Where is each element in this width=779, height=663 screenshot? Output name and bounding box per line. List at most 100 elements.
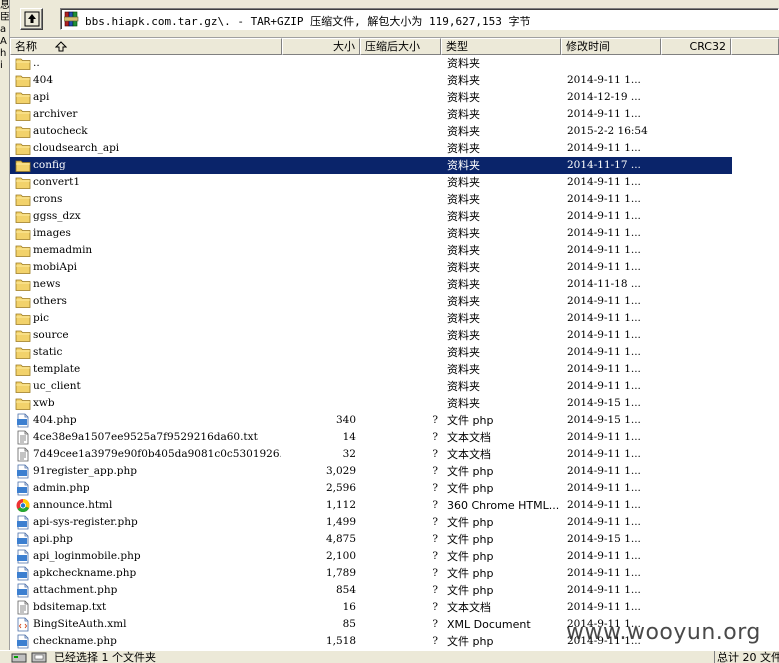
folder-row[interactable]: xwb 资料夹 2014-9-15 1... xyxy=(10,395,732,412)
up-folder-button[interactable] xyxy=(20,8,43,30)
row-name: admin.php xyxy=(33,482,90,494)
folder-row[interactable]: template 资料夹 2014-9-11 1... xyxy=(10,361,732,378)
file-row[interactable]: api_loginmobile.php 2,100? 文件 php 2014-9-11… xyxy=(10,548,732,565)
row-type: 资料夹 xyxy=(447,312,480,325)
row-type: 资料夹 xyxy=(447,261,480,274)
column-modified-label: 修改时间 xyxy=(566,40,610,53)
row-name: 404 xyxy=(33,74,54,86)
edge-glyph: a xyxy=(0,24,7,35)
column-size[interactable]: 大小 xyxy=(282,38,360,55)
row-modified: 2014-9-11 1... xyxy=(567,244,641,256)
column-type-label: 类型 xyxy=(446,40,468,53)
folder-icon xyxy=(15,311,31,326)
folder-row[interactable]: config 资料夹 2014-11-17 ... xyxy=(10,157,732,174)
row-modified: 2014-9-11 1... xyxy=(567,431,641,443)
path-bar: bbs.hiapk.com.tar.gz\. - TAR+GZIP 压缩文件, … xyxy=(10,0,779,38)
status-selection: 已经选择 1 个文件夹 xyxy=(54,651,156,663)
row-modified: 2014-9-11 1... xyxy=(567,227,641,239)
row-name: 404.php xyxy=(33,414,77,426)
folder-row[interactable]: autocheck 资料夹 2015-2-2 16:54 xyxy=(10,123,732,140)
folder-row[interactable]: crons 资料夹 2014-9-11 1... xyxy=(10,191,732,208)
folder-icon xyxy=(15,90,31,105)
file-row[interactable]: apkcheckname.php 1,789? 文件 php 2014-9-11 1.… xyxy=(10,565,732,582)
row-name: mobiApi xyxy=(33,261,78,273)
row-type: 资料夹 xyxy=(447,210,480,223)
row-type: 资料夹 xyxy=(447,397,480,410)
row-compressed-size: ? xyxy=(432,448,438,460)
file-row[interactable]: announce.html 1,112? 360 Chrome HTML... 201… xyxy=(10,497,732,514)
row-type: 资料夹 xyxy=(447,363,480,376)
row-size: 1,789 xyxy=(325,567,356,579)
row-name: bdsitemap.txt xyxy=(33,601,107,613)
file-row[interactable]: 91register_app.php 3,029? 文件 php 2014-9-11 … xyxy=(10,463,732,480)
row-type: 资料夹 xyxy=(447,227,480,240)
row-name: attachment.php xyxy=(33,584,118,596)
file-row[interactable]: 404.php 340? 文件 php 2014-9-15 1... xyxy=(10,412,732,429)
folder-row[interactable]: convert1 资料夹 2014-9-11 1... xyxy=(10,174,732,191)
row-name: others xyxy=(33,295,67,307)
text-file-icon xyxy=(15,430,31,445)
folder-row[interactable]: mobiApi 资料夹 2014-9-11 1... xyxy=(10,259,732,276)
row-size: 340 xyxy=(335,414,356,426)
column-modified[interactable]: 修改时间 xyxy=(561,38,661,55)
row-name: api-sys-register.php xyxy=(33,516,138,528)
folder-row[interactable]: api 资料夹 2014-12-19 ... xyxy=(10,89,732,106)
folder-row[interactable]: memadmin 资料夹 2014-9-11 1... xyxy=(10,242,732,259)
edge-glyph: 息 xyxy=(0,0,10,11)
folder-row[interactable]: .. 资料夹 xyxy=(10,55,732,72)
folder-icon xyxy=(15,260,31,275)
php-file-icon xyxy=(15,634,31,649)
folder-row[interactable]: 404 资料夹 2014-9-11 1... xyxy=(10,72,732,89)
row-size xyxy=(282,378,356,395)
row-compressed-size xyxy=(360,208,438,225)
file-row[interactable]: api.php 4,875? 文件 php 2014-9-15 1... xyxy=(10,531,732,548)
archive-path-field[interactable]: bbs.hiapk.com.tar.gz\. - TAR+GZIP 压缩文件, … xyxy=(60,8,779,30)
file-row[interactable]: 7d49cee1a3979e90f0b405da9081c0c5301926..… xyxy=(10,446,732,463)
php-file-icon xyxy=(15,413,31,428)
file-row[interactable]: 4ce38e9a1507ee9525a7f9529216da60.txt 14? 文… xyxy=(10,429,732,446)
row-size xyxy=(282,293,356,310)
column-header: 名称 大小 压缩后大小 类型 修改时间 CRC32 xyxy=(10,38,779,55)
row-name: api.php xyxy=(33,533,73,545)
edge-glyph: h xyxy=(0,48,7,59)
row-compressed-size xyxy=(360,157,438,174)
file-row[interactable]: admin.php 2,596? 文件 php 2014-9-11 1... xyxy=(10,480,732,497)
row-size xyxy=(282,157,356,174)
file-list[interactable]: 名称 大小 压缩后大小 类型 修改时间 CRC32 .. 资料夹 404 资料夹 201… xyxy=(10,38,779,650)
folder-row[interactable]: archiver 资料夹 2014-9-11 1... xyxy=(10,106,732,123)
row-compressed-size: ? xyxy=(432,533,438,545)
folder-row[interactable]: pic 资料夹 2014-9-11 1... xyxy=(10,310,732,327)
row-size xyxy=(282,395,356,412)
folder-row[interactable]: images 资料夹 2014-9-11 1... xyxy=(10,225,732,242)
row-size xyxy=(282,174,356,191)
folder-row[interactable]: uc_client 资料夹 2014-9-11 1... xyxy=(10,378,732,395)
row-size xyxy=(282,140,356,157)
folder-row[interactable]: source 资料夹 2014-9-11 1... xyxy=(10,327,732,344)
row-compressed-size xyxy=(360,72,438,89)
row-size: 1,499 xyxy=(325,516,356,528)
row-name: template xyxy=(33,363,81,375)
column-crc[interactable]: CRC32 xyxy=(661,38,731,55)
row-type: 文本文档 xyxy=(447,601,491,614)
row-compressed-size xyxy=(360,225,438,242)
column-type[interactable]: 类型 xyxy=(441,38,561,55)
file-row[interactable]: attachment.php 854? 文件 php 2014-9-11 1... xyxy=(10,582,732,599)
file-row[interactable]: api-sys-register.php 1,499? 文件 php 2014-9-1… xyxy=(10,514,732,531)
column-name[interactable]: 名称 xyxy=(10,38,282,55)
row-size: 14 xyxy=(342,431,356,443)
row-modified: 2014-9-11 1... xyxy=(567,108,641,120)
file-row[interactable]: bdsitemap.txt 16? 文本文档 2014-9-11 1... xyxy=(10,599,732,616)
php-file-icon xyxy=(15,532,31,547)
row-modified: 2014-9-11 1... xyxy=(567,516,641,528)
folder-row[interactable]: static 资料夹 2014-9-11 1... xyxy=(10,344,732,361)
folder-row[interactable]: others 资料夹 2014-9-11 1... xyxy=(10,293,732,310)
row-modified: 2014-9-15 1... xyxy=(567,414,641,426)
folder-row[interactable]: ggss_dzx 资料夹 2014-9-11 1... xyxy=(10,208,732,225)
sort-up-icon xyxy=(55,41,67,52)
column-size-label: 大小 xyxy=(333,40,355,53)
folder-row[interactable]: news 资料夹 2014-11-18 ... xyxy=(10,276,732,293)
folder-row[interactable]: cloudsearch_api 资料夹 2014-9-11 1... xyxy=(10,140,732,157)
php-file-icon xyxy=(15,549,31,564)
row-modified: 2014-9-11 1... xyxy=(567,482,641,494)
column-compressed[interactable]: 压缩后大小 xyxy=(360,38,441,55)
